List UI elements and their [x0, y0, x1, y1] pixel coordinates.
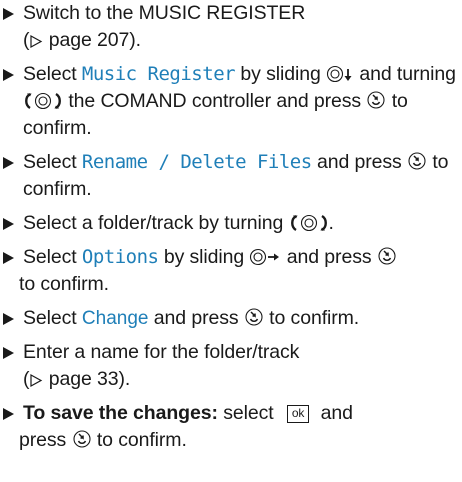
step-2-text-c: and turning [354, 63, 456, 85]
step-8-heading: To save the changes: [23, 402, 218, 424]
triangle-bullet-icon [3, 218, 14, 230]
step-5-text-c: and press [281, 246, 377, 268]
triangle-bullet-icon [3, 8, 14, 20]
step-7-page-ref[interactable]: page 33). [49, 368, 131, 390]
step-5: Select Options by sliding and press to c… [1, 244, 462, 298]
step-4: Select a folder/track by turning . [1, 210, 462, 237]
step-7: Enter a name for the folder/track ( page… [1, 339, 462, 393]
controller-slide-right-icon [249, 248, 281, 266]
triangle-bullet-icon [3, 408, 14, 420]
triangle-bullet-icon [3, 157, 14, 169]
step-2-text-d: the COMAND controller and press [63, 90, 367, 112]
instruction-list: Switch to the MUSIC REGISTER ( page 207)… [1, 0, 462, 454]
ok-key: ok [286, 405, 310, 423]
step-5-text-a: Select [23, 246, 82, 268]
controller-press-icon [244, 307, 264, 327]
triangle-bullet-icon [3, 252, 14, 264]
ui-term-options: Options [81, 246, 159, 268]
step-6: Select Change and press to confirm. [1, 305, 462, 332]
step-3-text-b: and press [311, 151, 408, 173]
step-1-page-ref[interactable]: page 207). [49, 29, 141, 51]
page-reference-arrow-icon [29, 34, 43, 49]
step-6-text-a: Select [23, 307, 82, 329]
step-2-text-a: Select [23, 63, 82, 85]
step-8-press-prefix: press [19, 429, 72, 451]
step-8: To save the changes: select ok and and p… [1, 400, 462, 454]
step-8-text-b: and [315, 402, 353, 424]
ui-term-rename-delete-files: Rename / Delete Files [81, 151, 312, 173]
step-3-text-a: Select [23, 151, 82, 173]
step-3: Select Rename / Delete Files and press t… [1, 149, 462, 203]
step-7-text-a: Enter a name for the folder/track [23, 341, 300, 363]
step-4-text-b: . [328, 212, 334, 234]
step-8-text-a: select [217, 402, 279, 424]
step-2: Select Music Register by sliding and tur… [1, 61, 462, 142]
step-8-text-c: to confirm. [91, 429, 187, 451]
triangle-bullet-icon [3, 313, 14, 325]
controller-press-icon [377, 246, 397, 266]
controller-turn-icon [289, 214, 329, 232]
controller-slide-down-icon [326, 65, 354, 83]
step-1-text: Switch to the MUSIC REGISTER [23, 2, 306, 24]
step-2-text-b: by sliding [235, 63, 327, 85]
step-5-text-b: by sliding [158, 246, 250, 268]
controller-turn-icon [23, 92, 63, 110]
step-6-text-c: to confirm. [263, 307, 360, 329]
triangle-bullet-icon [3, 69, 14, 81]
controller-press-icon [366, 90, 386, 110]
step-5-text-d: to confirm. [19, 273, 109, 295]
page-reference-arrow-icon [29, 373, 43, 388]
step-1: Switch to the MUSIC REGISTER ( page 207)… [1, 0, 462, 54]
controller-press-icon [407, 151, 427, 171]
triangle-bullet-icon [3, 347, 14, 359]
ui-term-music-register: Music Register [81, 63, 236, 85]
step-6-text-b: and press [148, 307, 244, 329]
controller-press-icon [72, 429, 92, 449]
ui-term-change: Change [81, 308, 149, 329]
manual-page: Switch to the MUSIC REGISTER ( page 207)… [0, 0, 462, 482]
step-4-text-a: Select a folder/track by turning [23, 212, 289, 234]
